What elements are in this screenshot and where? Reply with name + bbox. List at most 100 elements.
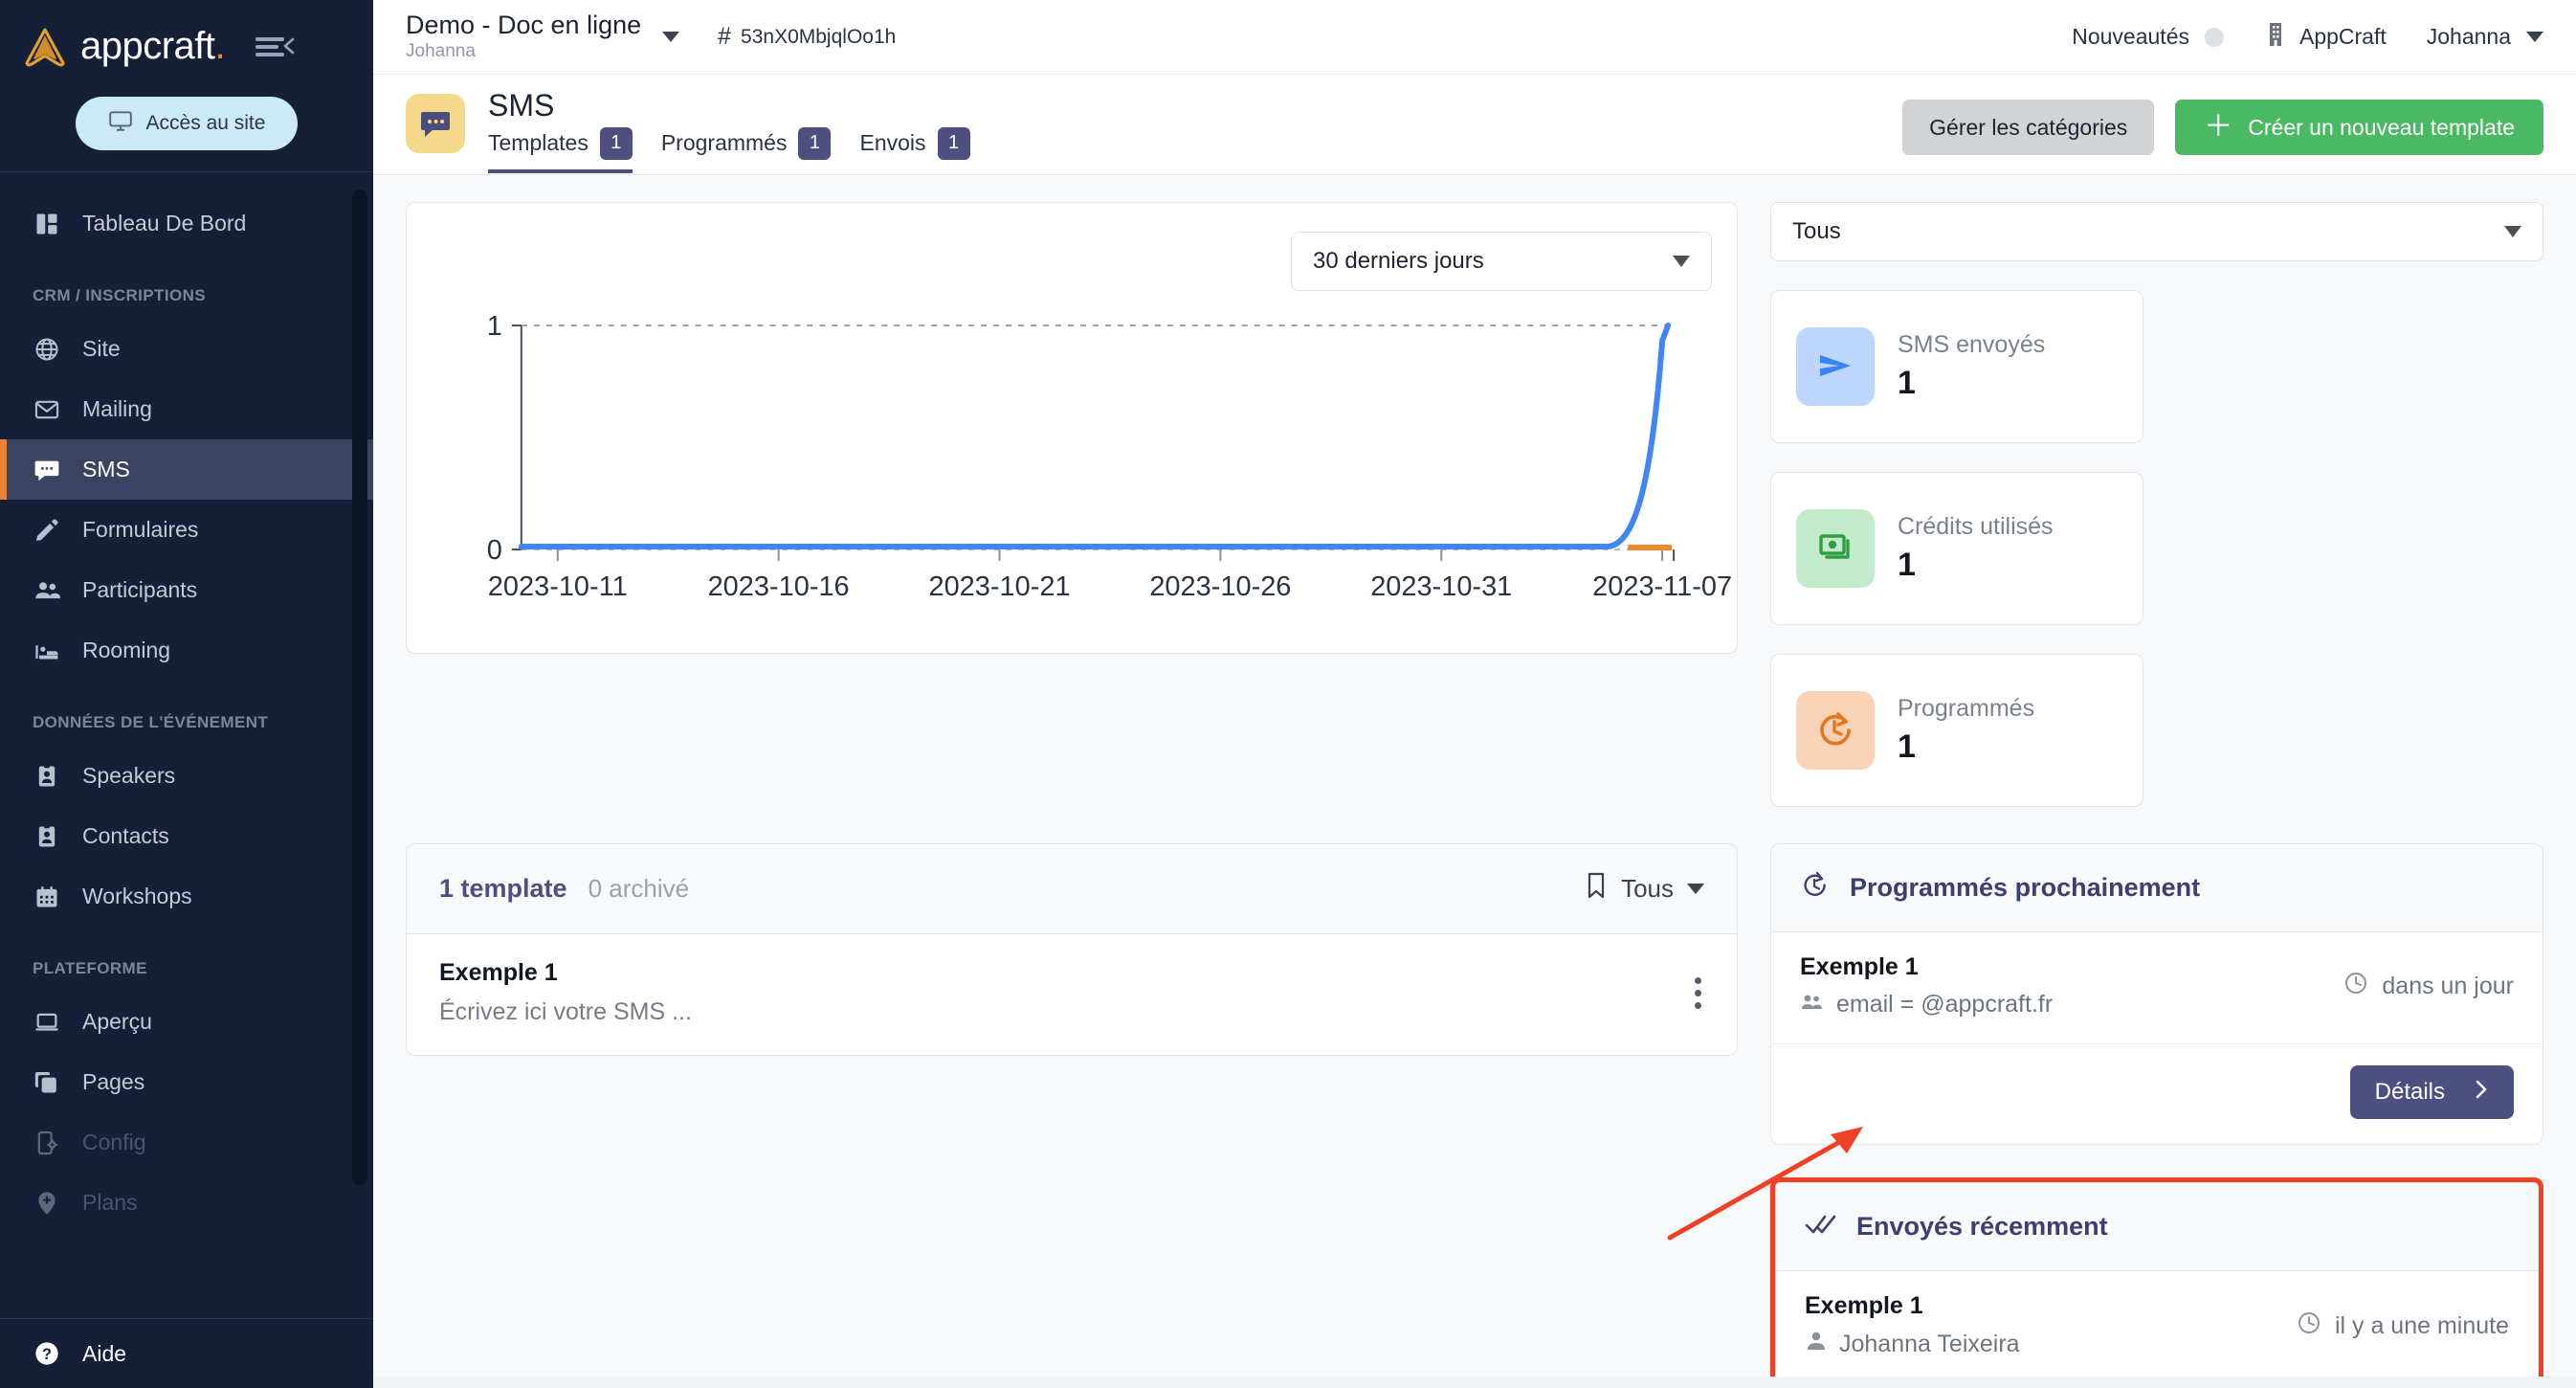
sidebar-item-label: Contacts	[82, 823, 169, 848]
create-template-label: Créer un nouveau template	[2248, 114, 2515, 140]
scope-select[interactable]: Tous	[1770, 202, 2543, 261]
chevron-down-icon	[1673, 256, 1690, 267]
send-icon	[1796, 327, 1875, 406]
sidebar-item-rooming[interactable]: Rooming	[0, 620, 373, 681]
access-site-label: Accès au site	[145, 112, 266, 134]
tab-label: Templates	[488, 130, 588, 156]
sidebar-item-site[interactable]: Site	[0, 319, 373, 379]
sent-time-text: il y a une minute	[2334, 1311, 2509, 1339]
sidebar-item-label: Rooming	[82, 638, 171, 662]
sidebar-item-formulaires[interactable]: Formulaires	[0, 500, 373, 560]
stat-value: 1	[1898, 365, 1916, 401]
templates-panel-header: 1 template 0 archivé Tous	[407, 844, 1737, 934]
stats-column: Tous SMS envoyés 1 Crédits utilisés 1 Pr…	[1770, 202, 2543, 807]
sidebar-item-mailing[interactable]: Mailing	[0, 379, 373, 439]
scheduled-panel: Programmés prochainement Exemple 1 email…	[1770, 843, 2543, 1145]
tab-templates[interactable]: Templates 1	[488, 126, 633, 173]
sidebar-item-tableau-de-bord[interactable]: Tableau De Bord	[0, 193, 373, 254]
sidebar: appcraft. Accès au site Tableau De Bord …	[0, 0, 373, 1388]
organization-switcher[interactable]: AppCraft	[2264, 21, 2387, 54]
templates-filter-label: Tous	[1621, 874, 1674, 903]
stat-card-credits-utilises: Crédits utilisés 1	[1770, 472, 2143, 625]
building-icon	[2264, 21, 2287, 54]
topbar-right: Nouveautés AppCraft Johanna	[2072, 21, 2543, 54]
pencil-icon	[33, 516, 61, 545]
tab-label: Envois	[859, 130, 926, 156]
sidebar-item-label: Speakers	[82, 763, 176, 788]
page-titles: SMS Templates 1 Programmés 1 Envois 1	[488, 88, 970, 173]
stat-value: 1	[1898, 728, 1916, 765]
manage-categories-button[interactable]: Gérer les catégories	[1902, 100, 2155, 155]
create-template-button[interactable]: ＋ Créer un nouveau template	[2175, 100, 2543, 155]
sidebar-item-label: Pages	[82, 1069, 145, 1094]
copy-pages-icon	[33, 1068, 61, 1097]
sent-panel-header: Envoyés récemment	[1776, 1183, 2538, 1271]
sidebar-item-aper-u[interactable]: Aperçu	[0, 992, 373, 1052]
sidebar-item-config[interactable]: Config	[0, 1112, 373, 1173]
sidebar-item-label: Aperçu	[82, 1009, 152, 1034]
period-select[interactable]: 30 derniers jours	[1291, 232, 1712, 291]
page-title: SMS	[488, 88, 555, 123]
appcraft-logo-icon	[23, 27, 67, 67]
bottom-strip	[373, 1377, 2576, 1388]
plus-icon: ＋	[2204, 111, 2233, 143]
sidebar-scroll-area: Tableau De Bord CRM / INSCRIPTIONS Site Mai…	[0, 172, 373, 1314]
scope-select-value: Tous	[1792, 218, 1841, 244]
bottom-row: 1 template 0 archivé Tous Exemple 1 Écri…	[406, 843, 2543, 1388]
tab-envois[interactable]: Envois 1	[859, 126, 970, 173]
sidebar-item-speakers[interactable]: Speakers	[0, 746, 373, 806]
svg-text:2023-10-21: 2023-10-21	[928, 571, 1070, 602]
sent-panel-title: Envoyés récemment	[1856, 1212, 2108, 1241]
chevron-down-icon	[2504, 226, 2521, 237]
scheduled-meta: email = @appcraft.fr	[1800, 991, 2053, 1019]
organization-label: AppCraft	[2298, 24, 2387, 49]
clock-refresh-icon	[1800, 870, 1831, 906]
money-icon	[1796, 509, 1875, 588]
collapse-sidebar-icon[interactable]	[255, 34, 295, 59]
sidebar-item-label: Site	[82, 336, 121, 361]
scheduled-details-button[interactable]: Détails	[2349, 1065, 2514, 1119]
globe-icon	[33, 335, 61, 364]
templates-archived-count[interactable]: 0 archivé	[588, 874, 690, 904]
project-name: Demo - Doc en ligne	[406, 10, 642, 39]
access-site-button[interactable]: Accès au site	[75, 97, 299, 150]
scheduled-time-text: dans un jour	[2382, 972, 2514, 999]
sidebar-item-participants[interactable]: Participants	[0, 560, 373, 620]
template-more-menu-icon[interactable]	[1695, 976, 1704, 1009]
sidebar-item-contacts[interactable]: Contacts	[0, 806, 373, 866]
dashboard-icon	[33, 210, 61, 238]
scheduled-details-label: Détails	[2374, 1079, 2445, 1105]
scheduled-name: Exemple 1	[1800, 953, 1919, 980]
scheduled-row[interactable]: Exemple 1 email = @appcraft.fr dans un j…	[1771, 932, 2543, 1044]
sidebar-item-label: Mailing	[82, 396, 152, 421]
project-switcher[interactable]: Demo - Doc en ligne Johanna	[406, 10, 680, 62]
sidebar-item-sms[interactable]: SMS	[0, 439, 373, 500]
brand-wordmark: appcraft.	[80, 25, 226, 67]
tab-programm-s[interactable]: Programmés 1	[661, 126, 832, 173]
sidebar-scrollbar[interactable]	[352, 190, 367, 1185]
sidebar-item-label: Formulaires	[82, 517, 199, 542]
chart-card: 30 derniers jours 1 0 2023-10-11 2023-10-16…	[406, 202, 1738, 654]
user-menu[interactable]: Johanna	[2427, 24, 2543, 50]
tab-badge: 1	[798, 126, 832, 160]
map-pin-icon	[33, 1189, 61, 1218]
sidebar-item-aide[interactable]: ? Aide	[0, 1319, 373, 1388]
sidebar-item-pages[interactable]: Pages	[0, 1052, 373, 1112]
scheduled-panel-footer: Détails	[1771, 1044, 2543, 1144]
sidebar-item-label: SMS	[82, 457, 130, 481]
sent-meta-text: Johanna Teixeira	[1839, 1331, 2020, 1357]
sidebar-brand-row: appcraft.	[0, 0, 373, 93]
templates-filter[interactable]: Tous	[1585, 871, 1704, 907]
sidebar-footer: ? Aide	[0, 1318, 373, 1388]
sidebar-item-plans[interactable]: Plans	[0, 1173, 373, 1233]
sidebar-item-label: Plans	[82, 1190, 138, 1215]
svg-text:2023-10-26: 2023-10-26	[1149, 571, 1291, 602]
sent-row[interactable]: Exemple 1 Johanna Teixeira il y a une mi…	[1776, 1271, 2538, 1385]
calendar-icon	[33, 883, 61, 911]
bed-icon	[33, 637, 61, 665]
template-row[interactable]: Exemple 1 Écrivez ici votre SMS ...	[407, 934, 1737, 1055]
sidebar-item-workshops[interactable]: Workshops	[0, 866, 373, 927]
news-button[interactable]: Nouveautés	[2072, 24, 2224, 50]
stat-card-sms-envoyes: SMS envoyés 1	[1770, 290, 2143, 443]
